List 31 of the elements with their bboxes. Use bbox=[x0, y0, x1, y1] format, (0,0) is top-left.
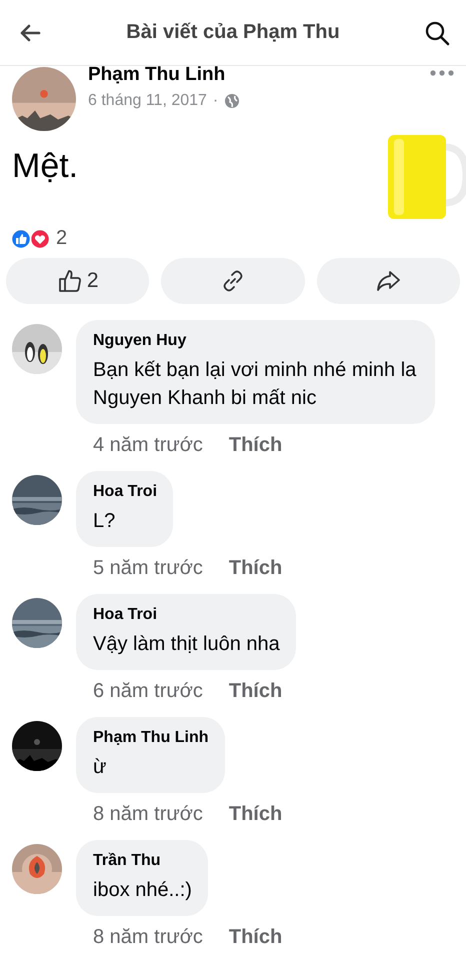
share-arrow-icon bbox=[375, 268, 402, 294]
reaction-icons[interactable] bbox=[10, 228, 52, 248]
post-text: Mệt. bbox=[12, 147, 78, 186]
commenter-name[interactable]: Hoa Troi bbox=[93, 606, 280, 624]
commenter-name[interactable]: Trần Thu bbox=[93, 852, 192, 870]
globe-icon bbox=[224, 93, 240, 109]
comment-text: Vậy làm thịt luôn nha bbox=[93, 632, 280, 657]
comment-text: L? bbox=[93, 509, 116, 534]
comment-time[interactable]: 6 năm trước bbox=[93, 680, 203, 703]
comment-text: Bạn kết bạn lại vơi minh nhé minh la Nguyen Khanh bi mất nic bbox=[93, 358, 418, 411]
page-title: Bài viết của Phạm Thu bbox=[126, 21, 340, 44]
like-button[interactable]: 2 bbox=[6, 258, 150, 304]
reaction-count[interactable]: 2 bbox=[56, 227, 68, 250]
comment-time[interactable]: 8 năm trước bbox=[93, 926, 203, 949]
separator-dot: · bbox=[212, 92, 218, 110]
like-link[interactable]: Thích bbox=[228, 557, 282, 580]
commenter-name[interactable]: Nguyen Huy bbox=[93, 332, 419, 350]
thumbs-up-icon bbox=[56, 268, 83, 294]
comment-time[interactable]: 5 năm trước bbox=[93, 557, 203, 580]
comment-time[interactable]: 8 năm trước bbox=[93, 803, 203, 826]
commenter-name[interactable]: Phạm Thu Linh bbox=[93, 729, 209, 747]
author-name[interactable]: Phạm Thu Linh bbox=[88, 66, 430, 84]
comment-text: ibox nhé..:) bbox=[93, 878, 192, 903]
comment-text: ừ bbox=[93, 755, 108, 780]
commenter-name[interactable]: Hoa Troi bbox=[93, 483, 158, 501]
like-link[interactable]: Thích bbox=[228, 926, 282, 949]
like-link[interactable]: Thích bbox=[228, 803, 282, 826]
like-link[interactable]: Thích bbox=[228, 680, 282, 703]
like-link[interactable]: Thích bbox=[228, 434, 282, 457]
post-date[interactable]: 6 tháng 11, 2017 bbox=[88, 92, 207, 110]
comment-time[interactable]: 4 năm trước bbox=[93, 434, 203, 457]
